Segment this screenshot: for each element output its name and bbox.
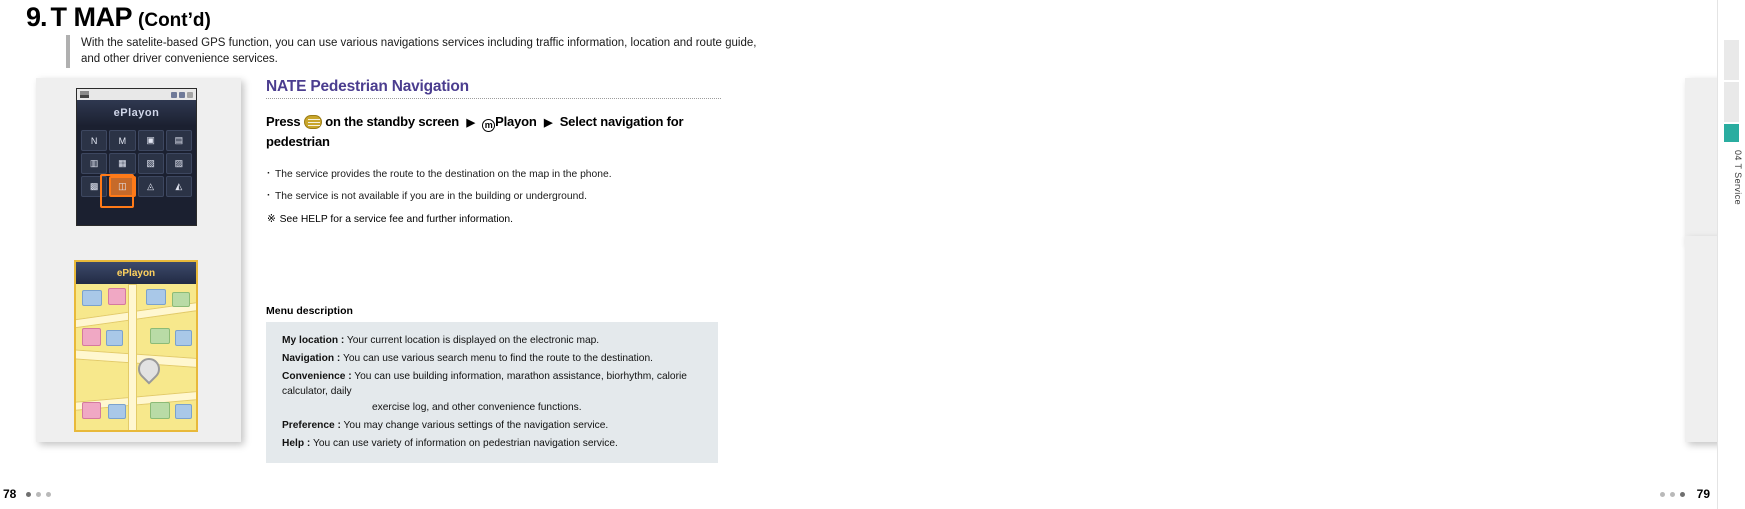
menu-desc: Your current location is displayed on th…: [344, 334, 600, 346]
eplayon-icon-grid: N M ▣ ▤ ▥ ▦ ▧ ▨ ▩ ◫ ◬ ◭: [77, 126, 196, 201]
status-icons: [171, 91, 193, 98]
divider: [266, 98, 721, 99]
table-row: Help : You can use variety of informatio…: [266, 435, 718, 453]
menu-desc: You can use various search menu to find …: [340, 352, 653, 364]
step-playon-label: Playon: [495, 114, 537, 129]
menu-description-table: My location : Your current location is d…: [266, 322, 718, 464]
menu-term: My location :: [282, 334, 345, 346]
nate-key-icon: [303, 115, 322, 129]
help-note-left: ※ See HELP for a service fee and further …: [266, 213, 721, 225]
grid-cell: N: [81, 130, 108, 151]
menu-description-block: Menu description My location : Your curr…: [266, 305, 718, 464]
table-row: Convenience : You can use building infor…: [266, 368, 718, 417]
step-press-label: Press: [266, 114, 301, 129]
list-item: The service provides the route to the de…: [266, 166, 721, 182]
page-dots-left: [26, 492, 51, 497]
page-number-right: 79: [1696, 487, 1710, 501]
map-screen-title: ePlayon: [76, 262, 196, 284]
grid-cell: ▤: [165, 130, 192, 151]
menu-term: Convenience :: [282, 371, 352, 383]
map-building: [106, 330, 123, 346]
page-dot: [26, 492, 31, 497]
bullet-list-navigation: The service provides the route to the de…: [266, 166, 721, 205]
menu-description-label: Menu description: [266, 305, 353, 317]
page-number-left: 78: [3, 487, 17, 501]
help-note-text: See HELP for a service fee and further i…: [279, 214, 513, 226]
page-dot: [1680, 492, 1685, 497]
map-building: [108, 404, 126, 419]
reference-mark-icon: ※: [267, 214, 276, 226]
map-building: [175, 330, 192, 346]
map-canvas: [76, 284, 196, 430]
page-dot: [1660, 492, 1665, 497]
phone-screenshot-map: ePlayon: [74, 260, 198, 432]
map-building: [150, 402, 170, 419]
map-building: [82, 402, 101, 419]
map-road: [128, 284, 137, 430]
signal-icon: [80, 91, 89, 98]
menu-term: Navigation :: [282, 352, 341, 364]
page-dots-right: [1660, 492, 1685, 497]
grid-cell: ◭: [165, 176, 192, 197]
eplayon-screen: ePlayon N M ▣ ▤ ▥ ▦ ▧ ▨ ▩ ◫ ◬ ◭: [77, 100, 196, 225]
menu-term: Preference :: [282, 419, 341, 431]
menu-term: Help :: [282, 438, 311, 450]
manual-page-spread: 9. T MAP (Cont’d) With the satelite-based …: [0, 0, 1745, 509]
table-row: Navigation : You can use various search …: [266, 349, 718, 367]
rail-segment[interactable]: [1724, 40, 1739, 80]
map-building: [108, 288, 126, 305]
grid-cell: ◬: [137, 176, 164, 197]
grid-cell: ▣: [137, 130, 164, 151]
eplayon-title: ePlayon: [77, 100, 196, 126]
list-item: The service is not available if you are …: [266, 188, 721, 204]
phone-screenshot-eplayon-menu: ePlayon N M ▣ ▤ ▥ ▦ ▧ ▨ ▩ ◫ ◬ ◭: [76, 88, 197, 226]
section-title-nate-pedestrian: NATE Pedestrian Navigation: [266, 78, 469, 95]
grid-cell: ▦: [109, 153, 136, 174]
grid-cell: ▨: [165, 153, 192, 174]
rail-segment[interactable]: [1724, 82, 1739, 122]
step-sequence-navigation: Press on the standby screen ▶ m Playon ▶ …: [266, 112, 721, 153]
rail-segment-active[interactable]: [1724, 124, 1739, 142]
left-content-column: NATE Pedestrian Navigation Press on the …: [266, 78, 721, 225]
left-page: ePlayon N M ▣ ▤ ▥ ▦ ▧ ▨ ▩ ◫ ◬ ◭ ePlayon …: [0, 0, 790, 509]
arrow-right-icon: ▶: [466, 117, 475, 129]
grid-cell: ▧: [137, 153, 164, 174]
map-building: [150, 328, 170, 344]
grid-cell: ▥: [81, 153, 108, 174]
page-dot: [1670, 492, 1675, 497]
m-circle-icon: m: [482, 119, 496, 132]
map-building: [146, 289, 166, 305]
selection-highlight-box: [100, 174, 134, 208]
chapter-side-rail: 04 T Service: [1717, 0, 1745, 509]
rail-chapter-label: 04 T Service: [1733, 150, 1743, 205]
menu-desc: You can use variety of information on pe…: [310, 438, 618, 450]
step-standby-label: on the standby screen: [325, 114, 460, 129]
arrow-right-icon: ▶: [544, 117, 553, 129]
map-building: [172, 292, 190, 307]
table-row: Preference : You may change various sett…: [266, 416, 718, 434]
phone-screenshot-panel-left: ePlayon N M ▣ ▤ ▥ ▦ ▧ ▨ ▩ ◫ ◬ ◭ ePlayon: [36, 78, 241, 442]
page-dot: [46, 492, 51, 497]
grid-cell: M: [109, 130, 136, 151]
menu-desc: You may change various settings of the n…: [340, 419, 609, 431]
map-building: [82, 290, 102, 306]
map-building: [82, 328, 101, 346]
map-building: [175, 404, 192, 419]
table-row: My location : Your current location is d…: [266, 331, 718, 349]
phone-statusbar: [77, 89, 196, 100]
page-dot: [36, 492, 41, 497]
right-page: 9 Menu ↑ ↔ ↕ Save: [840, 0, 1745, 509]
menu-desc-continued: exercise log, and other convenience func…: [372, 401, 582, 413]
